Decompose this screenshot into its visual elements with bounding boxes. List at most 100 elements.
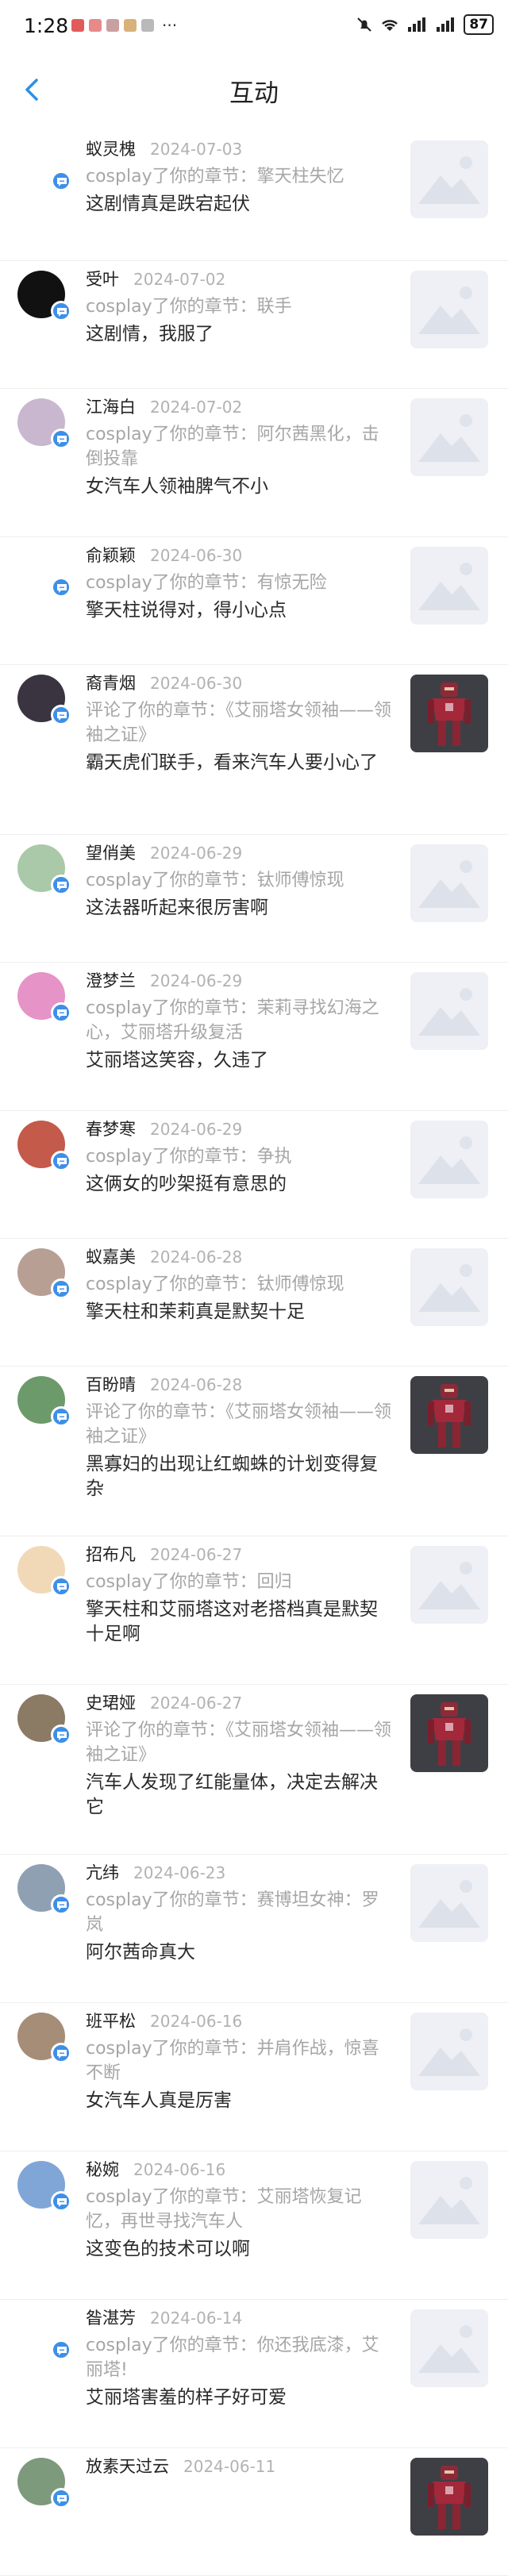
user-name[interactable]: 蚁灵槐 (86, 140, 136, 159)
list-item[interactable]: 俞颖颖 2024-06-30 cosplay了你的章节：有惊无险 擎天柱说得对，得小心… (0, 537, 508, 665)
chapter-thumbnail[interactable] (410, 1248, 488, 1326)
list-item[interactable]: 百盼晴 2024-06-28 评论了你的章节：《艾丽塔女领袖——领袖之证》 黑寡妇的出… (0, 1367, 508, 1536)
comment-text: 擎天柱和艾丽塔这对老搭档真是默契十足啊 (86, 1599, 378, 1644)
user-name[interactable]: 望俏美 (86, 844, 136, 863)
user-name[interactable]: 裔青烟 (86, 674, 136, 693)
item-text: 江海白 2024-07-02 cosplay了你的章节：阿尔茜黑化，击倒投靠女汽车人… (86, 395, 395, 499)
user-name[interactable]: 亢纬 (86, 1863, 119, 1882)
list-item[interactable]: 秘婉 2024-06-16 cosplay了你的章节：艾丽塔恢复记忆，再世寻找汽车人… (0, 2151, 508, 2300)
user-name[interactable]: 蚁嘉美 (86, 1248, 136, 1267)
chapter-thumbnail[interactable] (410, 844, 488, 922)
name-line: 澄梦兰 2024-06-29 (86, 969, 395, 993)
user-name[interactable]: 百盼晴 (86, 1375, 136, 1394)
avatar[interactable] (17, 547, 71, 598)
signal-icon (408, 17, 426, 32)
list-item[interactable]: 望俏美 2024-06-29 cosplay了你的章节：钛师傅惊现 这法器听起来很厉害… (0, 835, 508, 963)
chapter-thumbnail[interactable] (410, 2013, 488, 2090)
chapter-thumbnail[interactable] (410, 2161, 488, 2239)
image-placeholder-icon (410, 1546, 488, 1624)
comment-badge (51, 171, 71, 191)
comment-text: 艾丽塔害羞的样子好可爱 (86, 2387, 287, 2408)
comment-text: 女汽车人真是厉害 (86, 2090, 232, 2111)
list-item[interactable]: 受叶 2024-07-02 cosplay了你的章节：联手 这剧情，我服了 (0, 261, 508, 389)
avatar[interactable] (17, 398, 71, 449)
avatar[interactable] (17, 2309, 71, 2360)
chapter-thumbnail[interactable] (410, 675, 488, 752)
list-item[interactable]: 蚁嘉美 2024-06-28 cosplay了你的章节：钛师傅惊现 擎天柱和茉莉真是默… (0, 1239, 508, 1367)
avatar[interactable] (17, 1694, 71, 1745)
chapter-thumbnail[interactable] (410, 1864, 488, 1942)
user-name[interactable]: 班平松 (86, 2012, 136, 2031)
user-name[interactable]: 昝湛芳 (86, 2309, 136, 2328)
item-date: 2024-07-02 (150, 398, 243, 417)
list-item[interactable]: 蚁灵槐 2024-07-03 cosplay了你的章节：擎天柱失忆 这剧情真是跌宕起伏 (0, 131, 508, 261)
avatar[interactable] (17, 2013, 71, 2063)
chapter-thumbnail[interactable] (410, 1546, 488, 1624)
avatar[interactable] (17, 1546, 71, 1597)
avatar[interactable] (17, 1248, 71, 1299)
user-name[interactable]: 史珺娅 (86, 1694, 136, 1713)
list-item[interactable]: 亢纬 2024-06-23 cosplay了你的章节：赛博坦女神：罗岚 阿尔茜命真大 (0, 1855, 508, 2003)
name-line: 蚁灵槐 2024-07-03 (86, 137, 395, 161)
chapter-thumbnail[interactable] (410, 547, 488, 625)
avatar[interactable] (17, 1864, 71, 1915)
comment-badge (51, 2191, 71, 2212)
action-text: cosplay了你的章节：并肩作战，惊喜不断 (86, 2039, 379, 2083)
list-item[interactable]: 班平松 2024-06-16 cosplay了你的章节：并肩作战，惊喜不断 女汽车人真… (0, 2003, 508, 2151)
item-text: 望俏美 2024-06-29 cosplay了你的章节：钛师傅惊现 这法器听起来很厉害… (86, 841, 395, 921)
list-item[interactable]: 江海白 2024-07-02 cosplay了你的章节：阿尔茜黑化，击倒投靠女汽车人… (0, 389, 508, 537)
user-name[interactable]: 江海白 (86, 398, 136, 417)
item-text: 俞颖颖 2024-06-30 cosplay了你的章节：有惊无险 擎天柱说得对，得小心… (86, 544, 395, 623)
comment-icon (57, 1583, 67, 1592)
comment-text: 阿尔茜命真大 (86, 1942, 195, 1963)
avatar[interactable] (17, 675, 71, 725)
chapter-thumbnail[interactable] (410, 2458, 488, 2536)
image-placeholder-icon (410, 2309, 488, 2387)
list-item[interactable]: 春梦寒 2024-06-29 cosplay了你的章节：争执 这俩女的吵架挺有意思的 (0, 1111, 508, 1239)
comment-icon (57, 1009, 67, 1018)
name-line: 春梦寒 2024-06-29 (86, 1117, 395, 1141)
list-item[interactable]: 裔青烟 2024-06-30 评论了你的章节：《艾丽塔女领袖——领袖之证》 霸天虎们联… (0, 665, 508, 835)
avatar[interactable] (17, 271, 71, 321)
user-name[interactable]: 澄梦兰 (86, 971, 136, 990)
chapter-thumbnail[interactable] (410, 972, 488, 1050)
list-item[interactable]: 史珺娅 2024-06-27 评论了你的章节：《艾丽塔女领袖——领袖之证》 汽车人发现… (0, 1685, 508, 1855)
list-item[interactable]: 昝湛芳 2024-06-14 cosplay了你的章节：你还我底漆，艾丽塔! 艾丽塔害… (0, 2300, 508, 2448)
comment-text: 女汽车人领袖脾气不小 (86, 476, 268, 497)
chapter-thumbnail[interactable] (410, 271, 488, 348)
comment-icon (57, 2050, 67, 2059)
user-name[interactable]: 受叶 (86, 270, 119, 289)
chapter-thumbnail[interactable] (410, 1694, 488, 1772)
robot-image (410, 675, 488, 752)
avatar[interactable] (17, 1376, 71, 1427)
avatar[interactable] (17, 2458, 71, 2509)
comment-badge (51, 577, 71, 598)
list-item[interactable]: 澄梦兰 2024-06-29 cosplay了你的章节：茉莉寻找幻海之心，艾丽塔升级… (0, 963, 508, 1111)
user-name[interactable]: 春梦寒 (86, 1120, 136, 1139)
comment-icon (57, 1158, 67, 1167)
image-placeholder-icon (410, 1121, 488, 1198)
chapter-thumbnail[interactable] (410, 398, 488, 476)
chapter-thumbnail[interactable] (410, 1121, 488, 1198)
name-line: 裔青烟 2024-06-30 (86, 671, 395, 695)
list-item[interactable]: 放素天过云 2024-06-11 (0, 2448, 508, 2576)
item-date: 2024-06-28 (150, 1248, 243, 1267)
avatar[interactable] (17, 2161, 71, 2212)
list-item[interactable]: 招布凡 2024-06-27 cosplay了你的章节：回归 擎天柱和艾丽塔这对老搭档… (0, 1536, 508, 1685)
image-placeholder-icon (410, 271, 488, 348)
chapter-thumbnail[interactable] (410, 1376, 488, 1454)
chapter-thumbnail[interactable] (410, 2309, 488, 2387)
user-name[interactable]: 秘婉 (86, 2160, 119, 2179)
action-text: cosplay了你的章节：回归 (86, 1572, 292, 1592)
avatar[interactable] (17, 140, 71, 191)
avatar[interactable] (17, 972, 71, 1023)
user-name[interactable]: 放素天过云 (86, 2457, 169, 2476)
avatar[interactable] (17, 844, 71, 895)
avatar[interactable] (17, 1121, 71, 1171)
chapter-thumbnail[interactable] (410, 140, 488, 218)
user-name[interactable]: 俞颖颖 (86, 546, 136, 565)
item-date: 2024-06-28 (150, 1375, 243, 1394)
image-placeholder-icon (410, 140, 488, 218)
action-text: cosplay了你的章节：阿尔茜黑化，击倒投靠 (86, 425, 379, 469)
user-name[interactable]: 招布凡 (86, 1545, 136, 1564)
